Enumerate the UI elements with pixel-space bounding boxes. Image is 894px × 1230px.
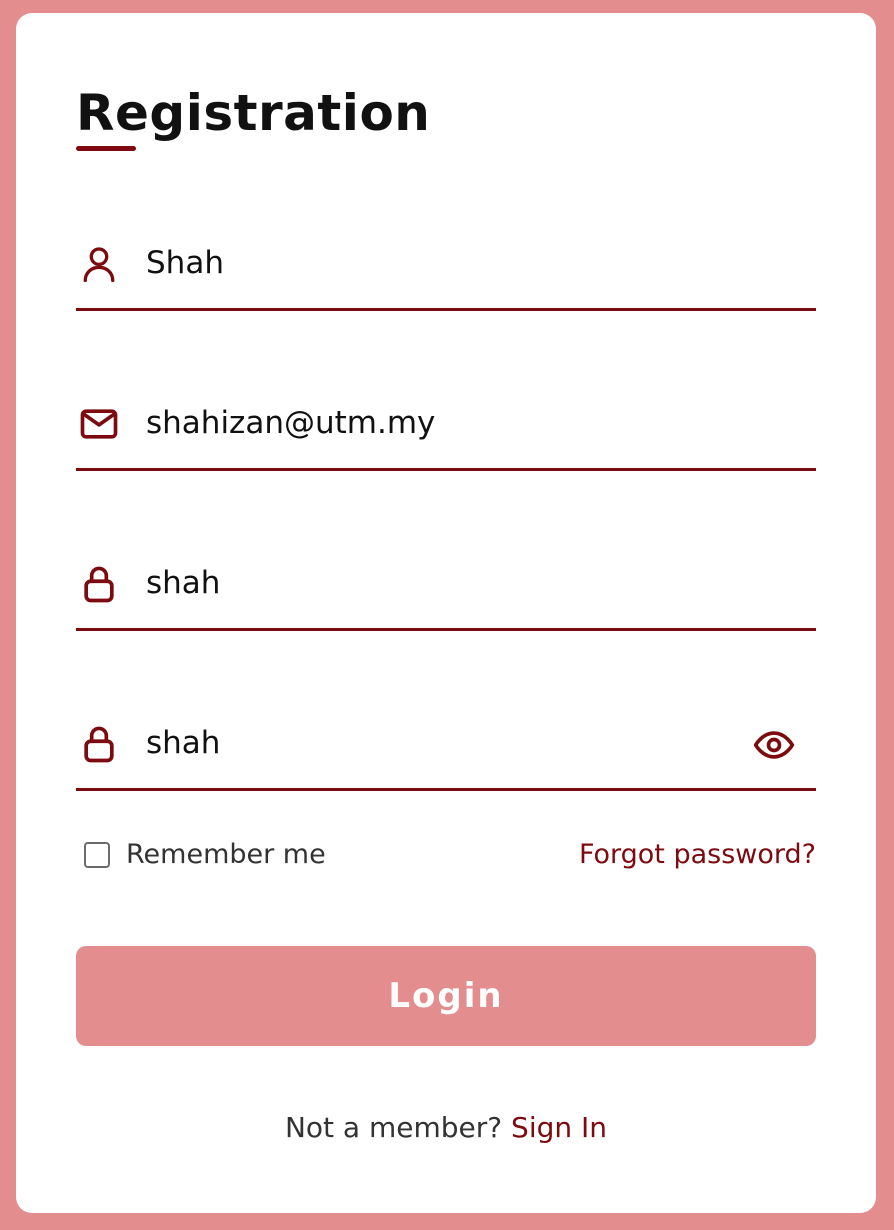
login-button[interactable]: Login [76, 946, 816, 1046]
password-input[interactable] [146, 555, 726, 611]
email-field [76, 371, 816, 471]
confirm-password-input[interactable] [146, 715, 726, 771]
name-field [76, 211, 816, 311]
remember-me[interactable]: Remember me [84, 839, 326, 870]
registration-card: Registration Shah shahizan@utm.my shah s… [16, 13, 876, 1213]
eye-icon[interactable] [752, 723, 796, 767]
forgot-password-link[interactable]: Forgot password? [579, 839, 816, 870]
remember-checkbox[interactable] [84, 841, 110, 868]
page-title: Registration [76, 84, 431, 142]
password-field [76, 531, 816, 631]
signup-text: Not a member? [284, 1111, 503, 1144]
user-icon [76, 241, 122, 287]
lock-icon [76, 561, 122, 607]
lock-icon [76, 721, 122, 767]
confirm-password-field [76, 691, 816, 791]
email-input[interactable] [146, 395, 726, 451]
mail-icon [76, 401, 122, 447]
sign-in-link[interactable]: Sign In [511, 1111, 607, 1144]
form-options: Remember me Forgot password? [76, 835, 816, 875]
title-underline [76, 146, 136, 151]
name-input[interactable] [146, 235, 726, 291]
signup-prompt: Not a member? Sign In [16, 1111, 876, 1144]
remember-label: Remember me [126, 839, 326, 870]
